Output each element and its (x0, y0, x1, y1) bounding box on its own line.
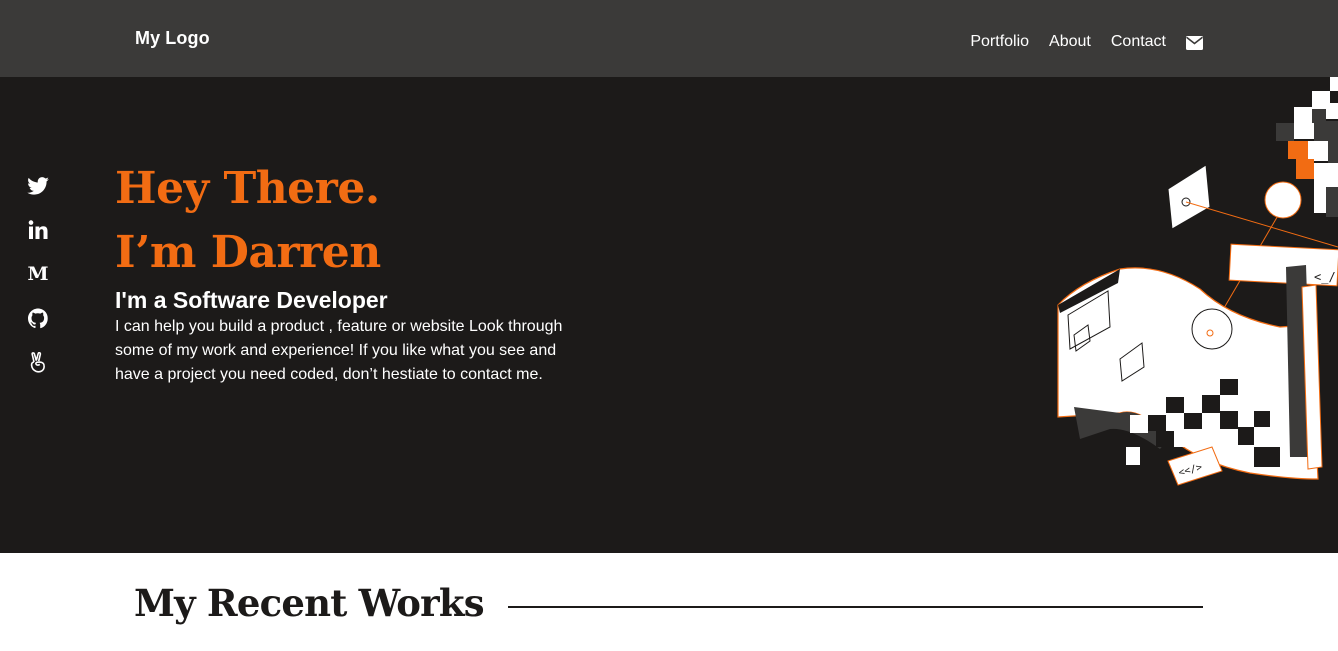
nav-link-about[interactable]: About (1049, 33, 1091, 51)
nav-links: Portfolio About Contact (970, 33, 1203, 51)
medium-glyph: M (27, 263, 49, 285)
hero-text: Hey There. I’m Darren I'm a Software Dev… (115, 157, 575, 387)
hero-role: I'm a Software Developer (115, 287, 388, 313)
floating-card (1167, 164, 1211, 230)
angellist-icon[interactable] (26, 351, 50, 373)
github-icon[interactable] (26, 307, 50, 329)
nav-link-contact[interactable]: Contact (1111, 33, 1166, 51)
code-tag-1: <_/ (1314, 270, 1336, 284)
recent-works-section: My Recent Works (0, 553, 1338, 651)
hero-illustration: <_/ <</> (1057, 77, 1338, 486)
greeting-line-1: Hey There. (115, 163, 380, 214)
section-divider (508, 606, 1203, 608)
twitter-icon[interactable] (26, 175, 50, 197)
hero-section: M Hey There. I’m Darren I'm a Software D… (0, 77, 1338, 553)
nav-link-portfolio[interactable]: Portfolio (970, 33, 1029, 51)
linkedin-icon[interactable] (26, 219, 50, 241)
hero-bio: I can help you build a product , feature… (115, 318, 563, 383)
node-circle-top (1264, 181, 1302, 219)
greeting-line-2: I’m Darren (115, 227, 381, 278)
node-circle-bottom (1191, 308, 1233, 350)
navbar: My Logo Portfolio About Contact (0, 0, 1338, 77)
social-links: M (26, 175, 50, 373)
hero-greeting: Hey There. I’m Darren (115, 157, 575, 285)
logo[interactable]: My Logo (135, 28, 210, 49)
medium-icon[interactable]: M (26, 263, 50, 285)
recent-works-title: My Recent Works (134, 581, 485, 625)
envelope-icon[interactable] (1186, 36, 1203, 50)
